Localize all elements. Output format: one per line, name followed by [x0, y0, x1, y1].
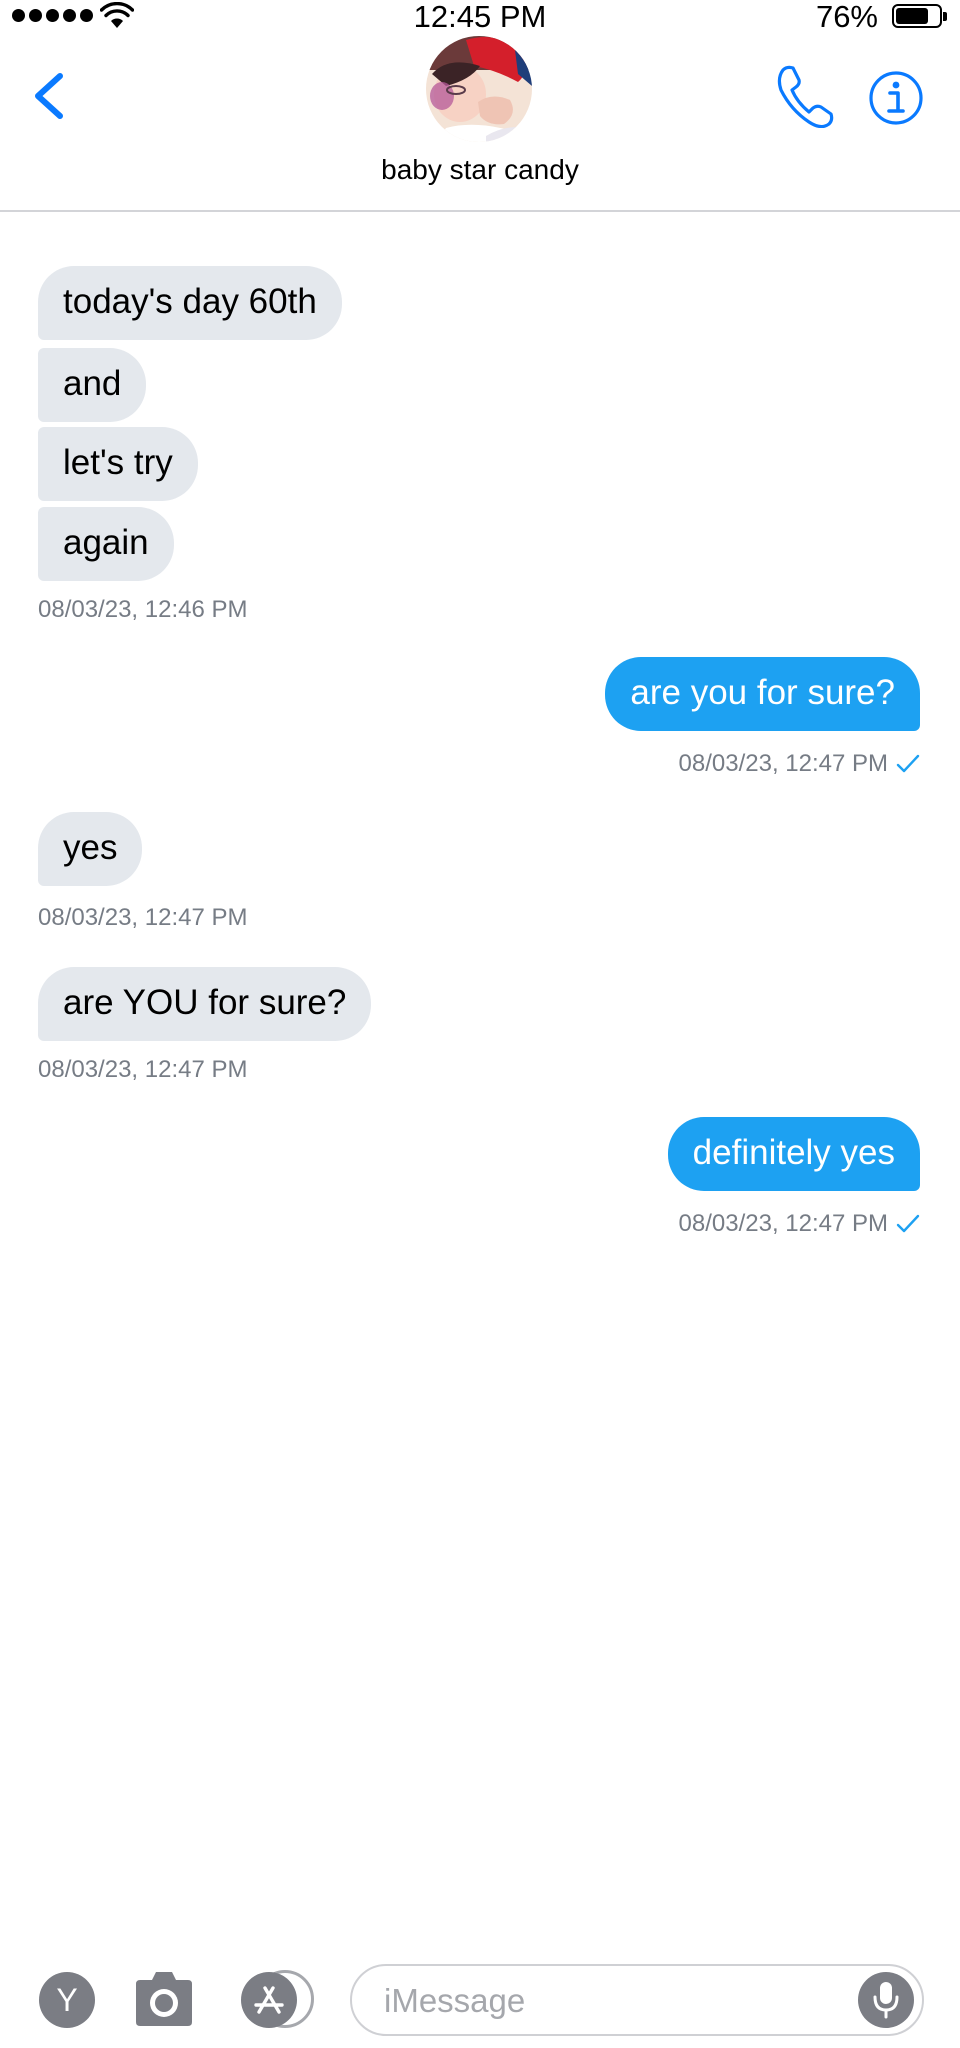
read-check-icon: [896, 1214, 920, 1233]
y-app-button[interactable]: Y: [39, 1972, 95, 2028]
message-timestamp: 08/03/23, 12:47 PM: [38, 904, 248, 931]
incoming-message-bubble[interactable]: let's try: [38, 427, 198, 501]
message-text: yes: [63, 828, 118, 867]
info-button[interactable]: [868, 70, 924, 126]
app-store-button[interactable]: [241, 1972, 297, 2028]
message-status: 08/03/23, 12:47 PM: [679, 749, 920, 779]
message-status: 08/03/23, 12:47 PM: [679, 1209, 920, 1239]
message-timestamp: 08/03/23, 12:46 PM: [38, 596, 248, 623]
message-text: are you for sure?: [630, 673, 895, 712]
incoming-message-bubble[interactable]: again: [38, 507, 174, 581]
back-button[interactable]: [28, 64, 72, 128]
phone-icon: [777, 65, 834, 129]
compose-bar: Y: [0, 1952, 960, 2048]
read-check-icon: [896, 754, 920, 773]
app-store-icon: [254, 1986, 284, 2014]
message-text: are YOU for sure?: [63, 983, 347, 1022]
conversation-header: baby star candy: [0, 34, 960, 212]
message-input[interactable]: [382, 1966, 846, 2036]
outgoing-message-bubble[interactable]: are you for sure?: [605, 657, 920, 731]
status-bar: 12:45 PM 76%: [0, 0, 960, 34]
incoming-message-bubble[interactable]: and: [38, 348, 147, 422]
message-text: again: [63, 523, 149, 562]
imessage-field: [350, 1964, 924, 2036]
chevron-left-icon: [35, 73, 63, 119]
message-text: and: [63, 364, 122, 403]
call-button[interactable]: [775, 62, 837, 129]
dictation-button[interactable]: [858, 1972, 914, 2028]
message-timestamp: 08/03/23, 12:47 PM: [38, 1056, 248, 1083]
outgoing-message-bubble[interactable]: definitely yes: [667, 1117, 920, 1191]
message-text: let's try: [63, 443, 173, 482]
camera-icon: [136, 1972, 192, 2026]
message-thread[interactable]: today's day 60th and let's try again 08/…: [0, 212, 960, 1952]
message-timestamp: 08/03/23, 12:47 PM: [678, 750, 888, 777]
message-text: definitely yes: [692, 1133, 895, 1172]
info-icon: [869, 71, 923, 125]
battery-icon: [892, 4, 947, 28]
battery-level-fill: [896, 8, 928, 24]
message-timestamp: 08/03/23, 12:47 PM: [678, 1210, 888, 1237]
contact-name[interactable]: baby star candy: [0, 152, 960, 188]
avatar-photo: [426, 36, 532, 142]
microphone-icon: [873, 1982, 899, 2019]
incoming-message-bubble[interactable]: are YOU for sure?: [38, 967, 372, 1041]
battery-percentage: 76%: [815, 0, 878, 34]
message-text: today's day 60th: [63, 282, 317, 321]
incoming-message-bubble[interactable]: yes: [38, 812, 143, 886]
incoming-message-bubble[interactable]: today's day 60th: [38, 266, 342, 340]
contact-avatar[interactable]: [426, 36, 532, 142]
camera-button[interactable]: [132, 1970, 196, 2028]
